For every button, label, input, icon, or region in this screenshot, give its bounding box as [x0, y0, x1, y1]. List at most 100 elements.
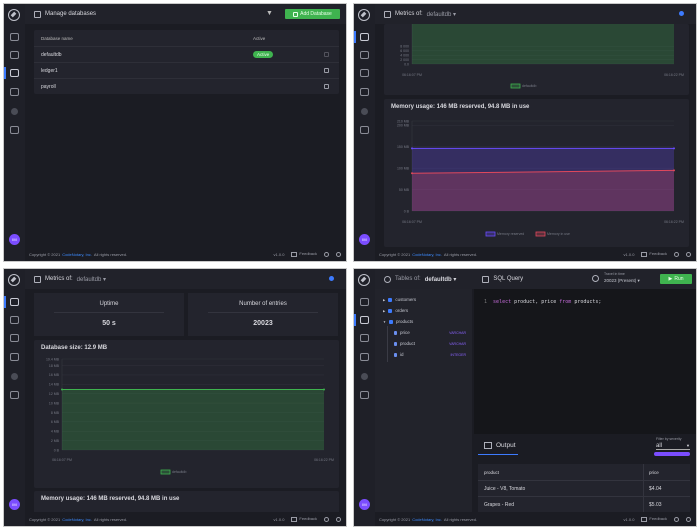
y-tick-label: 10 MB: [49, 401, 60, 405]
legend-label: Memory in use: [547, 232, 570, 236]
query-icon[interactable]: [360, 316, 369, 324]
theme-toggle-icon[interactable]: [674, 251, 679, 257]
metrics-icon[interactable]: [360, 298, 369, 306]
metrics-icon[interactable]: [10, 298, 19, 306]
github-icon[interactable]: [686, 251, 691, 257]
uptime-value: 50 s: [102, 320, 116, 327]
company-link[interactable]: CodeNotary, Inc.: [62, 252, 92, 257]
feedback-link[interactable]: Feedback: [291, 251, 317, 257]
active-badge: Active: [253, 51, 274, 58]
compass-logo-icon[interactable]: [8, 274, 20, 286]
settings-icon[interactable]: [679, 11, 684, 16]
table-icon: [388, 319, 393, 324]
cell-price: $4.04: [649, 485, 662, 492]
company-link[interactable]: CodeNotary, Inc.: [412, 252, 442, 257]
copyright-text: Copyright © 2021: [29, 516, 61, 522]
data-point: [323, 388, 325, 391]
legend-label: defaultdb: [522, 84, 536, 88]
filter-icon[interactable]: ▼: [266, 10, 273, 17]
tree-item-products[interactable]: ▼ products: [383, 319, 413, 324]
table-row[interactable]: payroll: [34, 78, 339, 94]
copyright-text: Copyright © 2021: [379, 516, 411, 522]
query-icon[interactable]: [10, 316, 19, 324]
tree-item-customers[interactable]: ▶ customers: [383, 297, 416, 302]
users-icon[interactable]: [360, 353, 369, 361]
column-icon: [394, 341, 397, 346]
tree-column-id[interactable]: id INTEGER: [394, 352, 472, 357]
github-icon[interactable]: [686, 516, 691, 522]
output-title: Output: [496, 442, 516, 449]
database-select[interactable]: defaultdb ▾: [427, 11, 456, 18]
theme-toggle-icon[interactable]: [324, 251, 329, 257]
theme-toggle-icon[interactable]: [674, 516, 679, 522]
output-header: product price: [478, 464, 690, 480]
metrics-overview-screen: IM Metrics of: defaultdb ▾ Uptime 50 s N…: [3, 268, 347, 527]
settings-icon[interactable]: [11, 108, 18, 115]
table-row[interactable]: defaultdb Active: [34, 46, 339, 62]
tree-item-orders[interactable]: ▶ orders: [383, 308, 408, 313]
databases-icon[interactable]: [360, 69, 369, 77]
theme-toggle-icon[interactable]: [324, 516, 329, 522]
databases-icon[interactable]: [10, 69, 19, 77]
github-icon[interactable]: [336, 516, 341, 522]
run-button[interactable]: ▶ Run: [660, 274, 692, 284]
database-select[interactable]: defaultdb ▾: [77, 276, 106, 283]
copyright-suffix: All rights reserved.: [93, 516, 128, 522]
use-database-icon[interactable]: [324, 52, 329, 57]
db-size-chart-title: Database size: 12.9 MB: [41, 345, 108, 351]
sql-keyword: from: [559, 299, 572, 305]
table-icon: [388, 297, 393, 302]
active-indicator: [354, 31, 356, 43]
query-icon[interactable]: [10, 51, 19, 59]
settings-icon[interactable]: [361, 108, 368, 115]
tree-column-product[interactable]: product VARCHAR: [394, 341, 472, 346]
metrics-icon[interactable]: [10, 33, 19, 41]
panel-toggle-icon[interactable]: [10, 391, 19, 399]
avatar[interactable]: IM: [9, 499, 20, 510]
table-row[interactable]: Grapes - Red $5.03: [478, 496, 690, 512]
compass-logo-icon[interactable]: [358, 274, 370, 286]
copyright-suffix: All rights reserved.: [443, 516, 478, 522]
filter-severity-select[interactable]: all ▼: [656, 443, 690, 450]
users-icon[interactable]: [360, 88, 369, 96]
uptime-card: Uptime 50 s: [34, 293, 184, 336]
table-row[interactable]: ledger1: [34, 62, 339, 78]
users-icon[interactable]: [10, 88, 19, 96]
use-database-icon[interactable]: [324, 84, 329, 89]
panel-toggle-icon[interactable]: [360, 126, 369, 134]
company-link[interactable]: CodeNotary, Inc.: [62, 517, 92, 522]
compass-logo-icon[interactable]: [8, 9, 20, 21]
sidebar: IM: [4, 269, 25, 526]
add-database-button[interactable]: Add Database: [285, 9, 340, 19]
avatar[interactable]: IM: [359, 234, 370, 245]
databases-icon[interactable]: [10, 334, 19, 342]
settings-icon[interactable]: [361, 373, 368, 380]
header: Tables of: defaultdb ▾ SQL Query: [375, 269, 696, 289]
company-link[interactable]: CodeNotary, Inc.: [412, 517, 442, 522]
settings-icon[interactable]: [329, 276, 334, 281]
feedback-link[interactable]: Feedback: [291, 516, 317, 522]
metrics-icon[interactable]: [360, 33, 369, 41]
query-icon[interactable]: [360, 51, 369, 59]
avatar[interactable]: IM: [9, 234, 20, 245]
feedback-link[interactable]: Feedback: [641, 251, 667, 257]
tree-column-price[interactable]: price VARCHAR: [394, 330, 472, 335]
settings-icon[interactable]: [11, 373, 18, 380]
database-name: payroll: [41, 83, 56, 90]
sql-editor[interactable]: 1 select product, price from products;: [474, 289, 696, 434]
databases-icon[interactable]: [360, 334, 369, 342]
github-icon[interactable]: [336, 251, 341, 257]
feedback-icon: [291, 516, 298, 522]
panel-toggle-icon[interactable]: [10, 126, 19, 134]
column-icon: [394, 352, 397, 357]
feedback-link[interactable]: Feedback: [641, 516, 667, 522]
panel-toggle-icon[interactable]: [360, 391, 369, 399]
compass-logo-icon[interactable]: [358, 9, 370, 21]
avatar[interactable]: IM: [359, 499, 370, 510]
users-icon[interactable]: [10, 353, 19, 361]
use-database-icon[interactable]: [324, 68, 329, 73]
database-select[interactable]: defaultdb ▾: [425, 276, 457, 283]
travel-in-time-select[interactable]: 20023 (Present) ▾: [604, 278, 640, 284]
table-row[interactable]: Juice - V8, Tomato $4.04: [478, 480, 690, 496]
y-tick-label: 200 MB: [397, 124, 410, 128]
